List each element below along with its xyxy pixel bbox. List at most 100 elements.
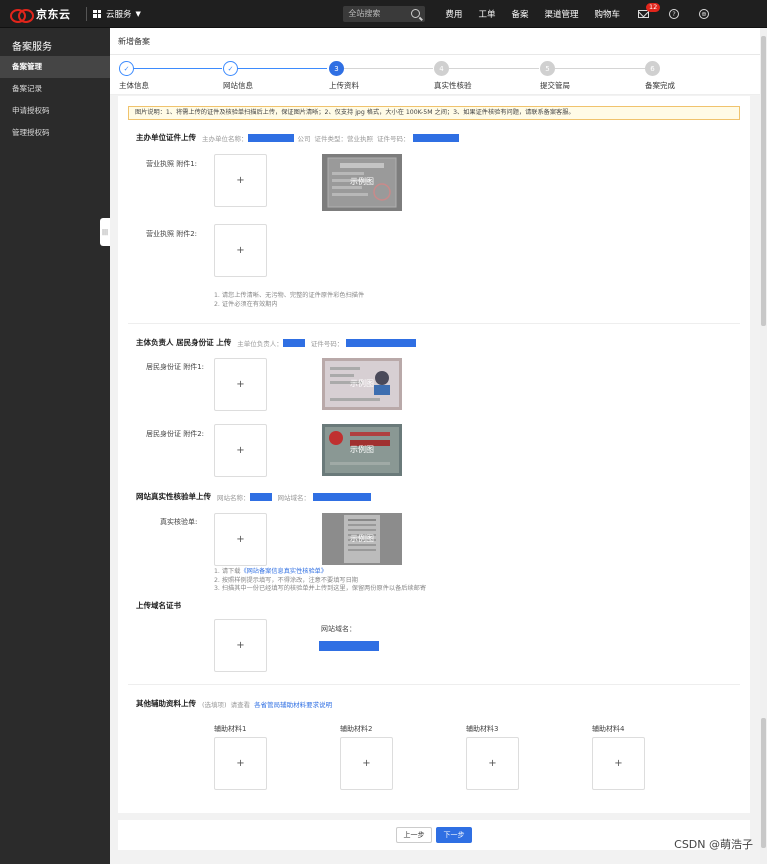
section-divider bbox=[128, 684, 740, 685]
plus-icon: + bbox=[488, 758, 497, 769]
section-title-text: 其他辅助资料上传 bbox=[136, 699, 196, 708]
aux-material-2-label: 辅助材料2 bbox=[340, 725, 373, 733]
hint-line: 2. 证件必须在有效期内 bbox=[214, 300, 278, 308]
top-navbar: 京东云 云服务 ▼ 费用 工单 备案 渠道管理 购物车 12 ? ⊕ bbox=[0, 0, 767, 28]
search-input[interactable] bbox=[348, 9, 407, 18]
aux-material-4-upload[interactable]: + bbox=[592, 737, 645, 790]
step-number: 3 bbox=[329, 61, 344, 76]
id-attachment-2-upload[interactable]: + bbox=[214, 424, 267, 477]
sidebar-item-manage-auth-code[interactable]: 管理授权码 bbox=[0, 122, 110, 144]
step-2: ✓ 网站信息 bbox=[223, 61, 293, 91]
cert-no-label: 证件号码： bbox=[377, 134, 410, 143]
verify-form-sample-image: 示例图 bbox=[322, 513, 402, 565]
redacted-org-name bbox=[247, 133, 294, 142]
step-label: 真实性核验 bbox=[434, 81, 472, 90]
caret-down-icon: ▼ bbox=[135, 9, 141, 18]
domain-label: 网站域名： bbox=[321, 625, 356, 633]
form-footer: 上一步 下一步 bbox=[118, 820, 750, 850]
step-label: 网站信息 bbox=[223, 81, 253, 90]
step-label: 备案完成 bbox=[645, 81, 675, 90]
license-attachment-2-label: 营业执照 附件2: bbox=[146, 230, 198, 238]
plus-icon: + bbox=[236, 640, 245, 651]
cloud-service-menu[interactable]: 云服务 ▼ bbox=[93, 8, 141, 20]
license-attachment-1-upload[interactable]: + bbox=[214, 154, 267, 207]
id-attachment-1-upload[interactable]: + bbox=[214, 358, 267, 411]
page-scrollbar[interactable] bbox=[760, 28, 767, 864]
principal-label: 主单位负责人： bbox=[237, 339, 283, 348]
scrollbar-thumb[interactable] bbox=[761, 718, 766, 848]
nav-icp[interactable]: 备案 bbox=[511, 8, 528, 20]
license-attachment-2-upload[interactable]: + bbox=[214, 224, 267, 277]
aux-material-2-upload[interactable]: + bbox=[340, 737, 393, 790]
brand-name: 京东云 bbox=[36, 7, 71, 21]
license-hint: 1. 请您上传清晰、无污物、完整的证件原件彩色扫描件 2. 证件必须在有效期内 bbox=[214, 292, 364, 309]
plus-icon: + bbox=[236, 245, 245, 256]
id-back-sample-image: 示例图 bbox=[322, 424, 402, 476]
help-icon[interactable]: ? bbox=[669, 8, 679, 19]
sidebar-item-icp-manage[interactable]: 备案管理 bbox=[0, 56, 110, 78]
sidebar-collapse-handle[interactable]: ||| bbox=[100, 218, 110, 246]
step-5: 5 提交管局 bbox=[540, 61, 610, 91]
redacted-site-domain bbox=[313, 492, 371, 501]
prev-step-button[interactable]: 上一步 bbox=[396, 827, 432, 843]
progress-steps: ✓ 主体信息 ✓ 网站信息 3 上传资料 4 真实性核验 5 提交管局 6 备案… bbox=[110, 55, 760, 95]
nav-fees[interactable]: 费用 bbox=[445, 8, 462, 20]
section-title-org-cert: 主办单位证件上传 主办单位名称： 公司 证件类型：营业执照 证件号码： bbox=[136, 132, 459, 143]
topbar-divider bbox=[86, 6, 87, 21]
aux-material-4-label: 辅助材料4 bbox=[592, 725, 625, 733]
download-verify-form-link[interactable]: 《网站备案信息真实性核验单》 bbox=[240, 568, 327, 575]
sidebar-item-icp-records[interactable]: 备案记录 bbox=[0, 78, 110, 100]
domain-cert-upload[interactable]: + bbox=[214, 619, 267, 672]
section-title-verify-form: 网站真实性核验单上传 网站名称： 网站域名： bbox=[136, 491, 371, 502]
step-4: 4 真实性核验 bbox=[434, 61, 504, 91]
sidebar-item-apply-auth-code[interactable]: 申请授权码 bbox=[0, 100, 110, 122]
id-attachment-2-label: 居民身份证 附件2: bbox=[146, 430, 205, 438]
hint-line: 3. 扫描其中一份已经填写的核验单并上传到这里，保留两份原件以备后续邮寄 bbox=[214, 585, 427, 592]
step-check-icon: ✓ bbox=[119, 61, 134, 76]
aux-requirements-link[interactable]: 各省管局辅助材料要求说明 bbox=[254, 699, 332, 709]
redacted-domain bbox=[319, 641, 379, 651]
section-divider bbox=[128, 323, 740, 324]
sample-caption: 示例图 bbox=[350, 534, 374, 543]
messages-button[interactable]: 12 bbox=[638, 2, 661, 18]
upload-form-card: 图片说明：1、将需上传的证件及核验单扫描后上传，保证图片清晰；2、仅支持 jpg… bbox=[118, 96, 750, 813]
watermark: CSDN @萌浩子 bbox=[674, 838, 753, 851]
section-title-text: 主办单位证件上传 bbox=[136, 133, 196, 142]
step-number: 4 bbox=[434, 61, 449, 76]
step-1: ✓ 主体信息 bbox=[119, 61, 189, 91]
next-step-button[interactable]: 下一步 bbox=[436, 827, 472, 843]
brand-logo[interactable]: 京东云 bbox=[10, 6, 80, 23]
scrollbar-thumb[interactable] bbox=[761, 36, 766, 326]
search-icon[interactable] bbox=[411, 9, 421, 18]
verify-form-upload[interactable]: + bbox=[214, 513, 267, 566]
verify-form-hint: 1. 请下载《网站备案信息真实性核验单》 2. 按照样例提示填写，不得涂改，注意… bbox=[214, 568, 426, 594]
license-sample-image: 示例图 bbox=[322, 154, 402, 211]
nav-cart[interactable]: 购物车 bbox=[594, 8, 620, 20]
page-title: 新增备案 bbox=[110, 28, 760, 55]
cert-type-label: 证件类型：营业执照 bbox=[314, 134, 374, 143]
aux-material-1-label: 辅助材料1 bbox=[214, 725, 247, 733]
id-attachment-1-label: 居民身份证 附件1: bbox=[146, 363, 205, 371]
main-content: 新增备案 ✓ 主体信息 ✓ 网站信息 3 上传资料 4 真实性核验 5 提交管局… bbox=[110, 28, 760, 864]
nav-tickets[interactable]: 工单 bbox=[478, 8, 495, 20]
sidebar: 备案服务 备案管理 备案记录 申请授权码 管理授权码 ||| bbox=[0, 28, 110, 864]
global-search[interactable] bbox=[343, 5, 426, 22]
jdcloud-logo-icon bbox=[10, 7, 34, 23]
verify-form-label: 真实核验单: bbox=[160, 518, 198, 526]
section-title-text: 主体负责人 居民身份证 上传 bbox=[136, 338, 232, 347]
hint-line: 1. 请下载《网站备案信息真实性核验单》 bbox=[214, 568, 328, 575]
user-icon[interactable]: ⊕ bbox=[699, 8, 709, 19]
section-title-text: 上传域名证书 bbox=[136, 601, 181, 610]
step-number: 6 bbox=[645, 61, 660, 76]
license-attachment-1-label: 营业执照 附件1: bbox=[146, 160, 198, 168]
sample-caption: 示例图 bbox=[350, 445, 374, 454]
grid-icon bbox=[93, 9, 101, 18]
aux-material-3-upload[interactable]: + bbox=[466, 737, 519, 790]
nav-channel[interactable]: 渠道管理 bbox=[544, 8, 578, 20]
plus-icon: + bbox=[614, 758, 623, 769]
plus-icon: + bbox=[236, 445, 245, 456]
message-count-badge: 12 bbox=[646, 2, 661, 12]
aux-material-1-upload[interactable]: + bbox=[214, 737, 267, 790]
image-requirements-notice: 图片说明：1、将需上传的证件及核验单扫描后上传，保证图片清晰；2、仅支持 jpg… bbox=[128, 106, 740, 120]
redacted-principal-name bbox=[282, 338, 305, 347]
